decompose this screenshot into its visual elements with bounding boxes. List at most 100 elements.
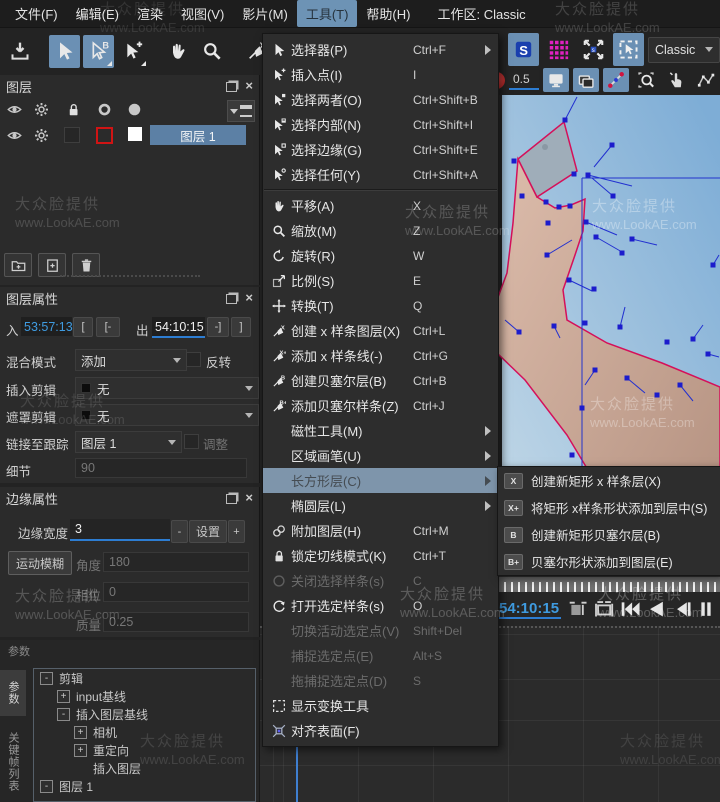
phase-input[interactable]: 0 bbox=[103, 582, 249, 602]
spline-control-point[interactable] bbox=[583, 321, 588, 326]
layer-outline-color-swatch[interactable] bbox=[96, 127, 113, 144]
edge-width-input[interactable]: 3 bbox=[70, 519, 170, 541]
menu-item[interactable]: 转换(T)Q bbox=[263, 293, 498, 318]
side-tab-parameters[interactable]: 参数 bbox=[0, 670, 26, 716]
set-in-button[interactable]: [ bbox=[73, 317, 93, 337]
motion-blur-button[interactable]: 运动模糊 bbox=[8, 551, 72, 575]
spline-control-point[interactable] bbox=[517, 330, 522, 335]
opacity-value-input[interactable]: 0.5 bbox=[509, 70, 539, 90]
menu-item[interactable]: 对齐表面(F) bbox=[263, 718, 498, 743]
close-panel-icon[interactable]: × bbox=[245, 81, 253, 91]
spline-control-point[interactable] bbox=[512, 159, 517, 164]
insert-clip-dropdown[interactable]: 无 bbox=[75, 377, 259, 399]
menu-item[interactable]: 椭圆层(L) bbox=[263, 493, 498, 518]
menu-item[interactable]: 磁性工具(M) bbox=[263, 418, 498, 443]
menu-item[interactable]: 选择两者(O)Ctrl+Shift+B bbox=[263, 87, 498, 112]
spline-control-point[interactable] bbox=[563, 118, 568, 123]
spline-control-point[interactable] bbox=[584, 220, 589, 225]
spline-control-point[interactable] bbox=[572, 172, 577, 177]
menu-item[interactable]: 锁定切线模式(K)Ctrl+T bbox=[263, 543, 498, 568]
in-point-value[interactable]: 53:57:13 bbox=[21, 317, 72, 336]
detail-input[interactable]: 90 bbox=[75, 458, 247, 478]
menu-item[interactable]: 缩放(M)Z bbox=[263, 218, 498, 243]
frame-bar-button[interactable] bbox=[698, 599, 718, 619]
layer-name[interactable]: 图层 1 bbox=[150, 125, 246, 145]
current-timecode[interactable]: 54:10:15 bbox=[497, 600, 561, 619]
spline-control-point[interactable] bbox=[625, 376, 630, 381]
tree-row[interactable]: -剪辑 bbox=[34, 669, 255, 687]
eye-icon[interactable] bbox=[7, 102, 22, 117]
magnifier-tool-button[interactable] bbox=[196, 35, 227, 68]
menubar-item[interactable]: 编辑(E) bbox=[67, 0, 128, 27]
spline-control-point[interactable] bbox=[655, 393, 660, 398]
trash-button[interactable] bbox=[72, 253, 100, 277]
trim-in-button[interactable]: [- bbox=[96, 317, 120, 337]
spline-control-point[interactable] bbox=[706, 352, 711, 357]
gear-icon[interactable] bbox=[34, 128, 49, 143]
spline-control-point[interactable] bbox=[557, 205, 562, 210]
spline-control-point[interactable] bbox=[586, 173, 591, 178]
folder-plus-button[interactable] bbox=[4, 253, 32, 277]
spline-control-point[interactable] bbox=[678, 383, 683, 388]
quality-input[interactable]: 0.25 bbox=[103, 612, 249, 632]
trim-out-button[interactable]: -] bbox=[207, 317, 229, 337]
step-back-button[interactable] bbox=[672, 599, 692, 619]
ring-icon[interactable] bbox=[97, 102, 112, 117]
monitor-tool-button[interactable] bbox=[543, 68, 569, 92]
gear-icon[interactable] bbox=[34, 102, 49, 117]
float-panel-icon[interactable] bbox=[226, 294, 237, 304]
spline-control-point[interactable] bbox=[630, 237, 635, 242]
spline-control-point[interactable] bbox=[520, 194, 525, 199]
menu-item[interactable]: 打开选定样条(s)O bbox=[263, 593, 498, 618]
layers-tool-button[interactable] bbox=[573, 68, 599, 92]
submenu-item[interactable]: X+将矩形 x样条形状添加到层中(S) bbox=[498, 494, 720, 521]
invert-checkbox[interactable] bbox=[186, 352, 201, 367]
menu-item[interactable]: 关闭选择样条(s)C bbox=[263, 568, 498, 593]
collapse-toggle-icon[interactable]: - bbox=[40, 780, 53, 793]
expand-toggle-icon[interactable]: + bbox=[57, 690, 70, 703]
link-track-dropdown[interactable]: 图层 1 bbox=[75, 431, 182, 453]
spline-control-point[interactable] bbox=[580, 406, 585, 411]
tree-row[interactable]: -图层 1 bbox=[34, 777, 255, 795]
expand-s-tool-button[interactable]: s bbox=[578, 33, 609, 66]
trim-range-button[interactable] bbox=[594, 599, 614, 619]
menu-item[interactable]: 插入点(I)I bbox=[263, 62, 498, 87]
menu-item[interactable]: 捕捉选定点(E)Alt+S bbox=[263, 643, 498, 668]
menubar-item[interactable]: 文件(F) bbox=[6, 0, 67, 27]
tree-row[interactable]: -插入图层基线 bbox=[34, 705, 255, 723]
expand-toggle-icon[interactable]: + bbox=[74, 744, 87, 757]
adjust-checkbox[interactable] bbox=[184, 434, 199, 449]
spline-control-point[interactable] bbox=[711, 263, 716, 268]
zoom-rect-tool-button[interactable] bbox=[633, 68, 659, 92]
spline-line-tool-button[interactable] bbox=[603, 68, 629, 92]
menubar-item[interactable]: 影片(M) bbox=[233, 0, 297, 27]
file-plus-button[interactable] bbox=[38, 253, 66, 277]
menu-item[interactable]: 旋转(R)W bbox=[263, 243, 498, 268]
submenu-item[interactable]: B+贝塞尔形状添加到图层(E) bbox=[498, 548, 720, 575]
lock-icon[interactable] bbox=[66, 102, 81, 117]
menu-item[interactable]: B+添加贝塞尔样条(Z)Ctrl+J bbox=[263, 393, 498, 418]
submenu-item[interactable]: X创建新矩形 x 样条层(X) bbox=[498, 467, 720, 494]
menu-item[interactable]: 选择内部(N)Ctrl+Shift+I bbox=[263, 112, 498, 137]
menu-item[interactable]: B创建贝塞尔层(B)Ctrl+B bbox=[263, 368, 498, 393]
spline-control-point[interactable] bbox=[544, 200, 549, 205]
blend-mode-dropdown[interactable]: 添加 bbox=[75, 349, 187, 371]
float-panel-icon[interactable] bbox=[226, 494, 237, 504]
timeline-ruler[interactable] bbox=[497, 576, 720, 592]
menubar-item[interactable]: 视图(V) bbox=[172, 0, 233, 27]
spline-control-point[interactable] bbox=[594, 235, 599, 240]
eye-icon[interactable] bbox=[7, 128, 22, 143]
menu-item[interactable]: 区域画笔(U) bbox=[263, 443, 498, 468]
layer-fill-color-swatch[interactable] bbox=[128, 127, 142, 141]
menu-item[interactable]: 切换活动选定点(V)Shift+Del bbox=[263, 618, 498, 643]
menu-item[interactable]: 选择边缘(G)Ctrl+Shift+E bbox=[263, 137, 498, 162]
hand-pointer-tool-button[interactable] bbox=[663, 68, 689, 92]
stabilize-s-tool-button[interactable]: S bbox=[508, 33, 539, 66]
spline-control-point[interactable] bbox=[545, 253, 550, 258]
spline-control-point[interactable] bbox=[592, 287, 597, 292]
menu-item[interactable]: 显示变换工具 bbox=[263, 693, 498, 718]
edge-width-plus-button[interactable]: + bbox=[228, 520, 245, 543]
edge-width-minus-button[interactable]: - bbox=[171, 520, 188, 543]
marquee-tool-button[interactable] bbox=[613, 33, 644, 66]
import-tool-button[interactable] bbox=[4, 35, 35, 68]
